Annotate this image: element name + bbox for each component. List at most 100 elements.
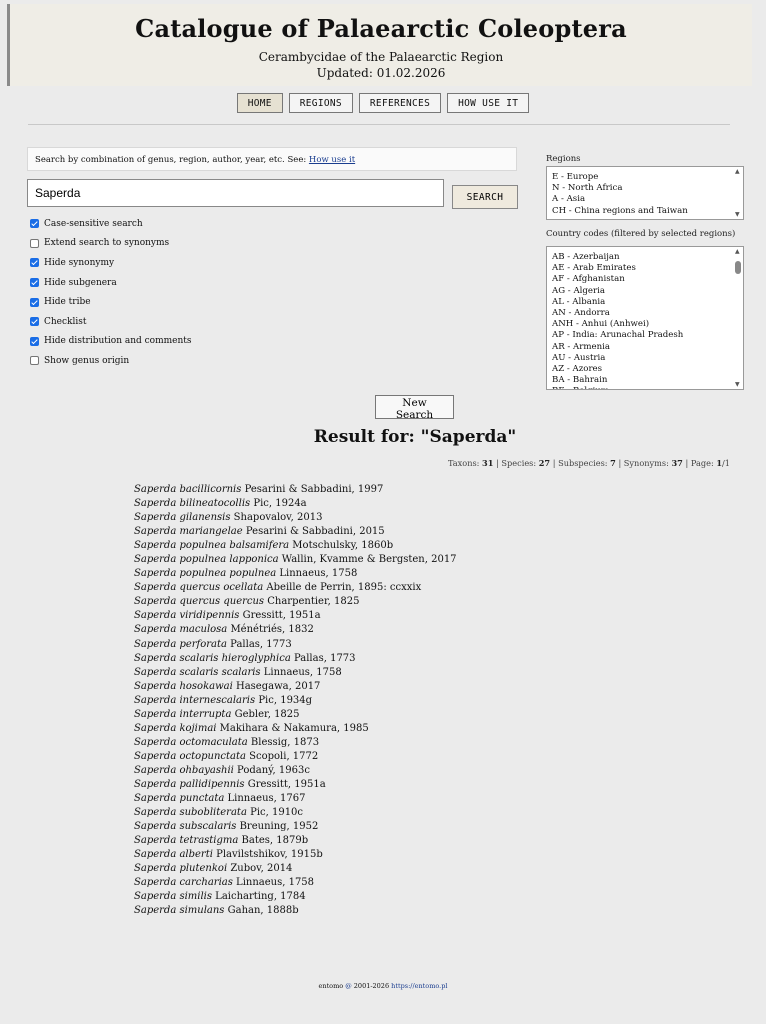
option-checkbox[interactable] (30, 238, 39, 248)
search-button[interactable]: SEARCH (452, 185, 518, 209)
result-item[interactable]: Saperda quercus ocellata Abeille de Perr… (134, 581, 457, 595)
taxon-author: Ménétriés, 1832 (227, 624, 314, 636)
result-item[interactable]: Saperda carcharias Linnaeus, 1758 (134, 876, 457, 890)
listbox-option[interactable]: BE - Belgium (547, 386, 743, 389)
option-row[interactable]: Extend search to synonyms (30, 234, 192, 254)
listbox-option[interactable]: N - North Africa (547, 183, 743, 194)
updated-date: Updated: 01.02.2026 (316, 66, 446, 80)
result-item[interactable]: Saperda populnea balsamifera Motschulsky… (134, 539, 457, 553)
option-row[interactable]: Hide subgenera (30, 273, 192, 293)
regions-listbox[interactable]: ▲ ▼ E - Europe N - North Africa A - Asia CH… (546, 166, 744, 220)
result-item[interactable]: Saperda punctata Linnaeus, 1767 (134, 792, 457, 806)
country-codes-scrollbar[interactable]: ▲ ▼ (733, 247, 743, 389)
nav-home-button[interactable]: HOME (236, 93, 283, 113)
option-checkbox[interactable] (30, 317, 39, 327)
listbox-option[interactable]: CH - China regions and Taiwan (547, 206, 743, 217)
result-item[interactable]: Saperda pallidipennis Gressitt, 1951a (134, 778, 457, 792)
result-item[interactable]: Saperda subscalaris Breuning, 1952 (134, 820, 457, 834)
option-checkbox[interactable] (30, 297, 39, 307)
listbox-option[interactable]: AN - Andorra (547, 308, 743, 319)
result-item[interactable]: Saperda quercus quercus Charpentier, 182… (134, 595, 457, 609)
scroll-up-icon[interactable]: ▲ (735, 168, 740, 175)
result-item[interactable]: Saperda hosokawai Hasegawa, 2017 (134, 680, 457, 694)
result-item[interactable]: Saperda tetrastigma Bates, 1879b (134, 834, 457, 848)
option-label: Extend search to synonyms (44, 238, 170, 249)
result-item[interactable]: Saperda subobliterata Pic, 1910c (134, 806, 457, 820)
listbox-option[interactable]: AZ - Azores (547, 364, 743, 375)
nav-how-use-it-button[interactable]: HOW USE IT (447, 93, 530, 113)
result-item[interactable]: Saperda alberti Plavilstshikov, 1915b (134, 848, 457, 862)
taxon-name: Saperda octopunctata (134, 750, 246, 762)
option-checkbox[interactable] (30, 278, 39, 288)
option-label: Hide subgenera (44, 277, 117, 288)
scroll-up-icon[interactable]: ▲ (735, 248, 740, 255)
result-item[interactable]: Saperda internescalaris Pic, 1934g (134, 694, 457, 708)
result-item[interactable]: Saperda populnea populnea Linnaeus, 1758 (134, 567, 457, 581)
option-label: Hide tribe (44, 297, 91, 308)
result-item[interactable]: Saperda plutenkoi Zubov, 2014 (134, 862, 457, 876)
divider (28, 124, 730, 125)
result-item[interactable]: Saperda maculosa Ménétriés, 1832 (134, 623, 457, 637)
how-use-it-link[interactable]: How use it (309, 155, 355, 165)
option-checkbox[interactable] (30, 336, 39, 346)
taxon-author: Zubov, 2014 (227, 863, 293, 875)
listbox-option[interactable]: A - Asia (547, 194, 743, 205)
option-row[interactable]: Show genus origin (30, 351, 192, 371)
result-item[interactable]: Saperda scalaris scalaris Linnaeus, 1758 (134, 666, 457, 680)
taxon-author: Wallin, Kvamme & Bergsten, 2017 (278, 554, 457, 566)
scroll-down-icon[interactable]: ▼ (735, 211, 740, 218)
option-row[interactable]: Hide distribution and comments (30, 332, 192, 352)
result-item[interactable]: Saperda scalaris hieroglyphica Pallas, 1… (134, 652, 457, 666)
footer-years: 2001-2026 (351, 982, 392, 990)
taxon-name: Saperda alberti (134, 849, 213, 861)
nav-references-button[interactable]: REFERENCES (358, 93, 442, 113)
listbox-option[interactable]: AB - Azerbaijan (547, 252, 743, 263)
result-item[interactable]: Saperda bacillicornis Pesarini & Sabbadi… (134, 483, 457, 497)
result-item[interactable]: Saperda perforata Pallas, 1773 (134, 638, 457, 652)
result-item[interactable]: Saperda simulans Gahan, 1888b (134, 904, 457, 918)
result-item[interactable]: Saperda octopunctata Scopoli, 1772 (134, 750, 457, 764)
option-row[interactable]: Checklist (30, 312, 192, 332)
page-total: /1 (722, 458, 730, 468)
option-row[interactable]: Hide synonymy (30, 253, 192, 273)
listbox-option[interactable]: AF - Afghanistan (547, 274, 743, 285)
result-item[interactable]: Saperda octomaculata Blessig, 1873 (134, 736, 457, 750)
result-item[interactable]: Saperda kojimai Makihara & Nakamura, 198… (134, 722, 457, 736)
taxon-author: Blessig, 1873 (247, 736, 320, 748)
result-item[interactable]: Saperda mariangelae Pesarini & Sabbadini… (134, 525, 457, 539)
listbox-option[interactable]: AU - Austria (547, 353, 743, 364)
result-item[interactable]: Saperda bilineatocollis Pic, 1924a (134, 497, 457, 511)
option-checkbox[interactable] (30, 219, 39, 229)
result-item[interactable]: Saperda viridipennis Gressitt, 1951a (134, 609, 457, 623)
new-search-button[interactable]: New Search (375, 395, 454, 421)
listbox-option[interactable]: E - Europe (547, 172, 743, 183)
scroll-down-icon[interactable]: ▼ (735, 381, 740, 388)
result-item[interactable]: Saperda populnea lapponica Wallin, Kvamm… (134, 553, 457, 567)
listbox-option[interactable]: BA - Bahrain (547, 375, 743, 386)
listbox-option[interactable]: AR - Armenia (547, 342, 743, 353)
listbox-option[interactable]: AP - India: Arunachal Pradesh (547, 330, 743, 341)
listbox-option[interactable]: ANH - Anhui (Anhwei) (547, 319, 743, 330)
listbox-option[interactable]: AL - Albania (547, 297, 743, 308)
footer-url-link[interactable]: https://entomo.pl (391, 982, 447, 990)
option-checkbox[interactable] (30, 356, 39, 366)
taxon-author: Pallas, 1773 (227, 638, 292, 650)
option-row[interactable]: Hide tribe (30, 292, 192, 312)
listbox-option[interactable]: AE - Arab Emirates (547, 263, 743, 274)
taxon-author: Gebler, 1825 (231, 708, 300, 720)
result-item[interactable]: Saperda gilanensis Shapovalov, 2013 (134, 511, 457, 525)
option-row[interactable]: Case-sensitive search (30, 214, 192, 234)
taxon-name: Saperda quercus quercus (134, 596, 265, 608)
regions-scrollbar[interactable]: ▲ ▼ (733, 167, 743, 219)
listbox-option[interactable]: AG - Algeria (547, 286, 743, 297)
taxon-author: Linnaeus, 1767 (224, 793, 306, 805)
result-item[interactable]: Saperda similis Laicharting, 1784 (134, 890, 457, 904)
search-input[interactable] (27, 179, 444, 207)
option-checkbox[interactable] (30, 258, 39, 268)
result-item[interactable]: Saperda interrupta Gebler, 1825 (134, 708, 457, 722)
country-codes-listbox[interactable]: ▲ ▼ AB - Azerbaijan AE - Arab Emirates AF … (546, 246, 744, 390)
scroll-thumb[interactable] (735, 261, 741, 274)
result-item[interactable]: Saperda ohbayashii Podaný, 1963c (134, 764, 457, 778)
nav-regions-button[interactable]: REGIONS (288, 93, 353, 113)
taxon-name: Saperda scalaris hieroglyphica (134, 652, 291, 664)
